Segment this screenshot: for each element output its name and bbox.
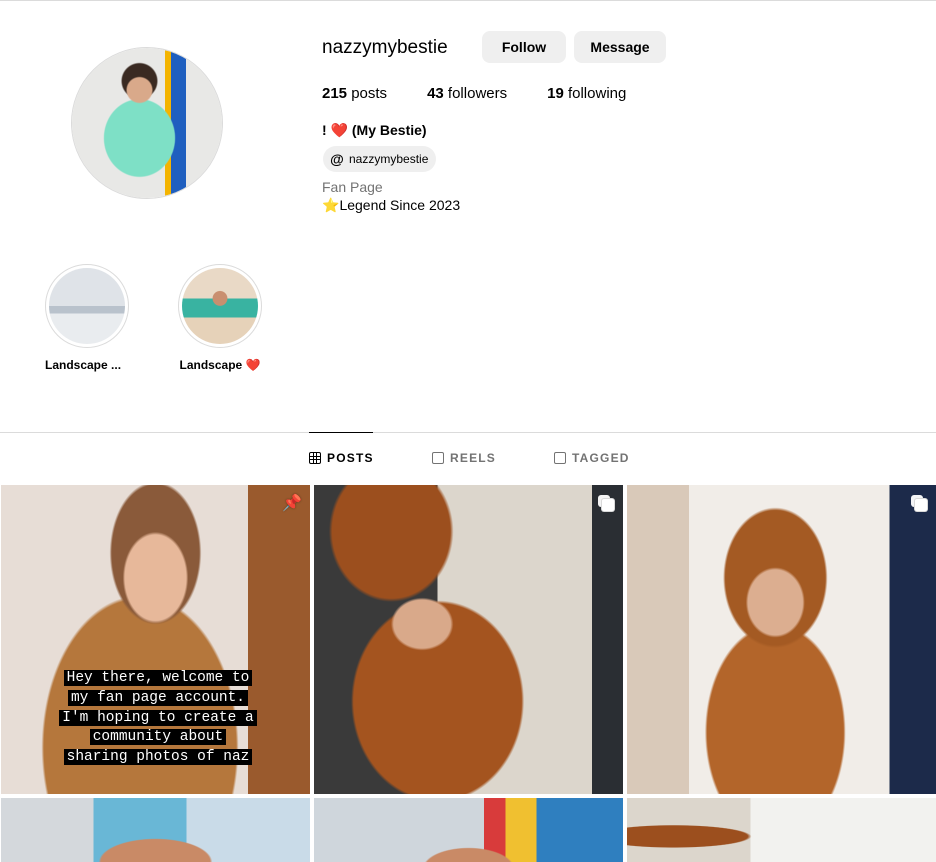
post-tile[interactable] [627,485,936,794]
highlight-cover [49,268,125,344]
following-stat[interactable]: 19 following [547,85,626,102]
carousel-icon [598,495,615,512]
tab-reels-label: REELS [450,451,497,465]
username: nazzymybestie [322,37,448,58]
reels-icon [432,452,444,464]
highlight-cover [182,268,258,344]
highlight-ring [45,264,129,348]
heart-icon: ❤️ [330,122,348,138]
full-name: ! ❤️ (My Bestie) [322,122,427,139]
followers-label: followers [447,85,508,102]
caption-line: my fan page account. [67,689,249,706]
post-tile[interactable] [1,798,310,862]
followers-count: 43 [427,85,444,102]
highlight-ring [178,264,262,348]
tab-reels[interactable]: REELS [432,451,496,465]
pin-icon: 📌 [282,495,302,512]
threads-handle: nazzymybestie [349,152,429,166]
bio: ⭐Legend Since 2023 [322,197,460,214]
full-name-suffix: (My Bestie) [348,122,427,138]
profile-stats: 215 posts 43 followers 19 following [322,85,666,102]
tagged-icon [554,452,566,464]
posts-count: 215 [322,85,348,102]
followers-stat[interactable]: 43 followers [427,85,507,102]
category-label: Fan Page [322,179,383,195]
star-icon: ⭐ [322,197,340,213]
avatar-image [72,48,222,198]
highlight-label: Landscape ... [45,358,122,372]
tab-tagged[interactable]: TAGGED [554,451,630,465]
message-button[interactable]: Message [574,31,666,63]
active-tab-indicator [309,432,373,433]
carousel-icon [911,495,928,512]
follow-button[interactable]: Follow [482,31,566,63]
following-count: 19 [547,85,564,102]
caption-line: I'm hoping to create a [59,709,257,726]
highlight-label: Landscape ❤️ [179,358,261,372]
caption-line: Hey there, welcome to [63,670,253,686]
highlight-landscape-2[interactable]: Landscape ❤️ [178,264,262,372]
post-caption-overlay: Hey there, welcome to my fan page accoun… [53,669,263,768]
following-label: following [567,85,627,102]
post-tile[interactable] [314,485,623,794]
posts-label: posts [351,85,388,102]
highlight-landscape-1[interactable]: Landscape ... [45,264,129,372]
tab-posts-label: POSTS [327,451,374,465]
bio-text: Legend Since 2023 [339,197,461,213]
grid-icon [309,452,321,464]
post-tile[interactable] [627,798,936,862]
post-tile[interactable] [314,798,623,862]
caption-line: sharing photos of naz [63,749,253,766]
full-name-prefix: ! [322,122,331,138]
profile-avatar[interactable] [71,47,223,199]
posts-stat: 215 posts [322,85,387,102]
tab-tagged-label: TAGGED [572,451,630,465]
top-border [0,0,936,1]
tabs-divider [0,432,936,433]
caption-line: community about [89,729,227,746]
threads-icon: @ [330,151,344,167]
tab-posts[interactable]: POSTS [309,451,374,465]
post-tile[interactable]: 📌 Hey there, welcome to my fan page acco… [1,485,310,794]
threads-link[interactable]: @ nazzymybestie [323,146,437,172]
